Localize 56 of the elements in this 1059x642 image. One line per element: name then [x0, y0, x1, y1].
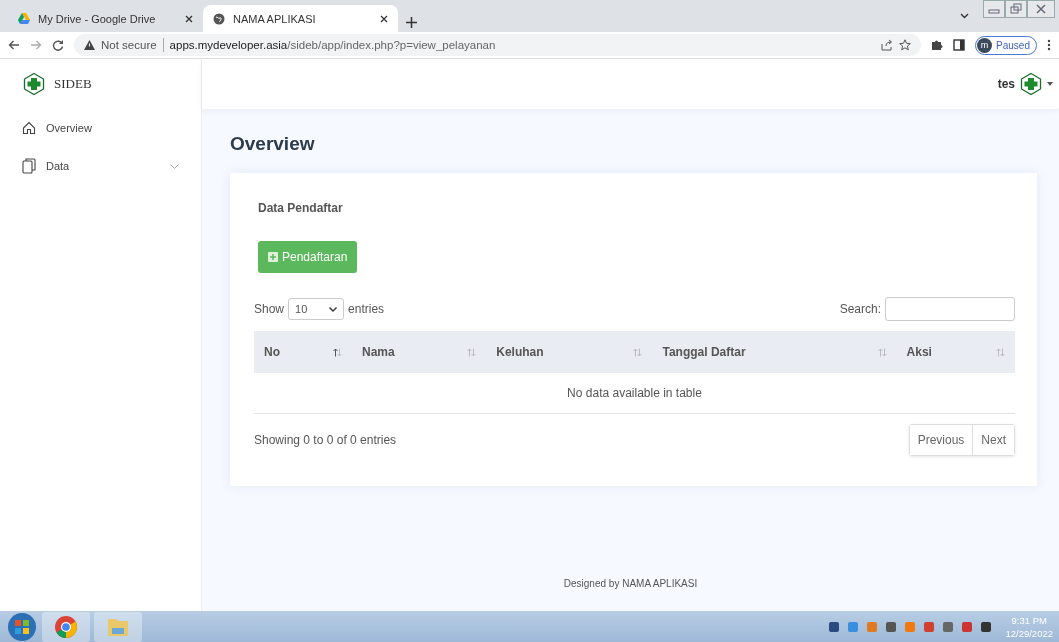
restore-icon[interactable] [1005, 0, 1027, 18]
empty-message: No data available in table [254, 373, 1015, 414]
tray-icon[interactable] [828, 621, 841, 633]
search-label: Search: [839, 302, 881, 316]
folder-icon [106, 616, 130, 638]
tray-icon[interactable] [885, 621, 898, 633]
puzzle-icon[interactable] [931, 39, 944, 51]
warning-icon [84, 40, 95, 50]
entries-label: entries [348, 302, 385, 316]
star-icon[interactable] [899, 39, 912, 51]
column-header[interactable]: Nama [351, 331, 487, 373]
share-icon[interactable] [881, 39, 894, 51]
column-header[interactable]: Aksi [896, 331, 1015, 373]
chevron-down-icon[interactable] [960, 13, 969, 19]
chrome-icon [54, 615, 78, 639]
plus-square-icon [268, 252, 278, 262]
brand-name: SIDEB [54, 76, 92, 92]
menu-icon[interactable] [1047, 39, 1051, 51]
security-label: Not secure [101, 39, 157, 51]
search-field[interactable] [885, 297, 1015, 321]
browser-tab[interactable]: NAMA APLIKASI [203, 5, 398, 32]
caret-icon[interactable] [1047, 82, 1053, 86]
side-panel-icon[interactable] [953, 39, 966, 51]
close-icon[interactable] [380, 14, 388, 23]
user-name[interactable]: tes [997, 77, 1015, 91]
new-tab-icon[interactable] [406, 17, 417, 28]
table-info: Showing 0 to 0 of 0 entries [254, 433, 397, 447]
back-icon[interactable] [8, 39, 20, 51]
reload-icon[interactable] [52, 39, 64, 51]
pager-button[interactable]: Next [972, 425, 1014, 455]
nav-item[interactable]: Overview [0, 109, 201, 147]
url-text: apps.mydeveloper.asia/sideb/app/index.php?p=view_pelayanan [169, 39, 496, 51]
pager-button[interactable]: Previous [909, 425, 973, 455]
column-header[interactable]: Tanggal Daftar [652, 331, 897, 373]
browser-tab[interactable]: My Drive - Google Drive [8, 5, 203, 32]
tray-icon[interactable] [980, 621, 993, 633]
nav-item[interactable]: Data [0, 147, 201, 185]
entries-select[interactable]: 10 [288, 298, 345, 320]
close-icon[interactable] [185, 14, 193, 23]
logo-icon [22, 72, 46, 96]
show-label: Show [254, 302, 285, 316]
document-icon [22, 158, 36, 174]
avatar-icon[interactable] [1019, 72, 1043, 96]
page-title: Overview [230, 133, 316, 155]
column-header[interactable]: Keluhan [486, 331, 653, 373]
globe-icon [213, 12, 225, 25]
footer-text: Designed by NAMA APLIKASI [562, 578, 699, 589]
start-icon[interactable] [6, 612, 38, 642]
chevron-down-icon [329, 306, 338, 312]
card-title: Data Pendaftar [258, 201, 344, 215]
home-icon [22, 121, 36, 135]
tray-icon[interactable] [942, 621, 955, 633]
drive-icon [18, 13, 30, 24]
taskbar-button[interactable] [42, 612, 90, 642]
column-header[interactable]: No [254, 331, 352, 373]
address-bar[interactable]: Not secure apps.mydeveloper.asia/sideb/app/index.php?p=view_pelayanan [74, 34, 922, 56]
